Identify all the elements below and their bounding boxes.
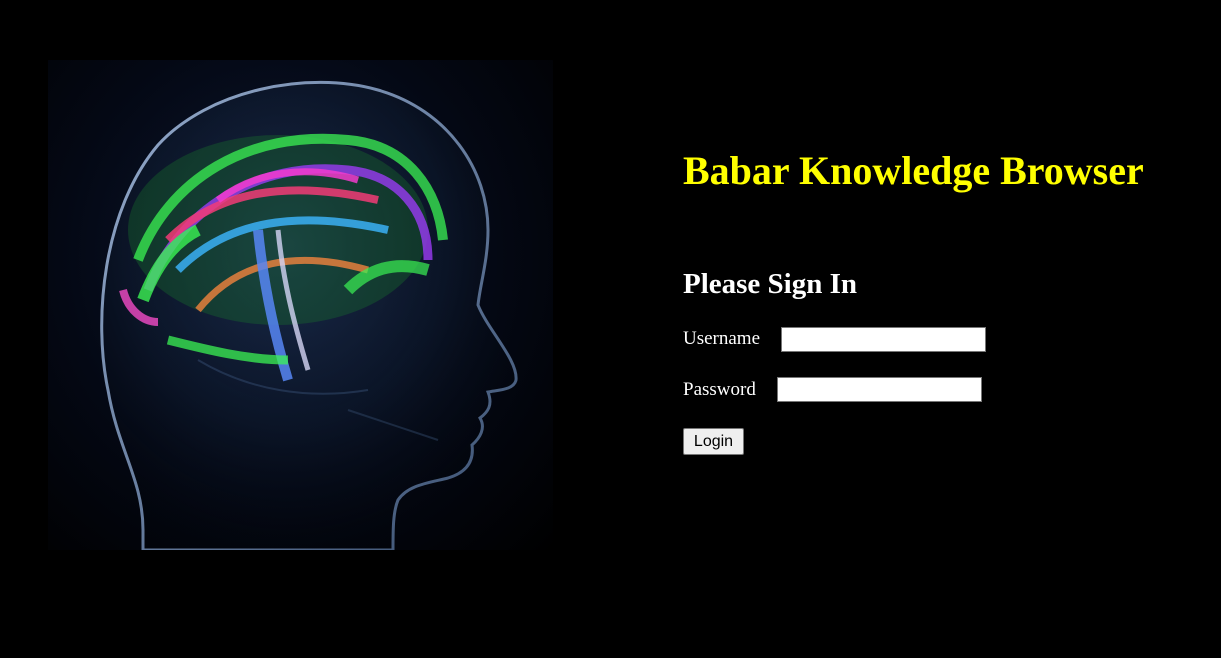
password-label: Password bbox=[683, 379, 756, 400]
username-input[interactable] bbox=[781, 327, 986, 352]
username-label: Username bbox=[683, 328, 761, 349]
password-input[interactable] bbox=[777, 377, 982, 402]
brain-scan-head-image bbox=[48, 60, 553, 550]
login-page: Babar Knowledge Browser Please Sign In U… bbox=[0, 0, 1221, 658]
app-title: Babar Knowledge Browser bbox=[683, 148, 1144, 193]
login-button[interactable]: Login bbox=[683, 428, 744, 455]
sign-in-heading: Please Sign In bbox=[683, 268, 858, 300]
